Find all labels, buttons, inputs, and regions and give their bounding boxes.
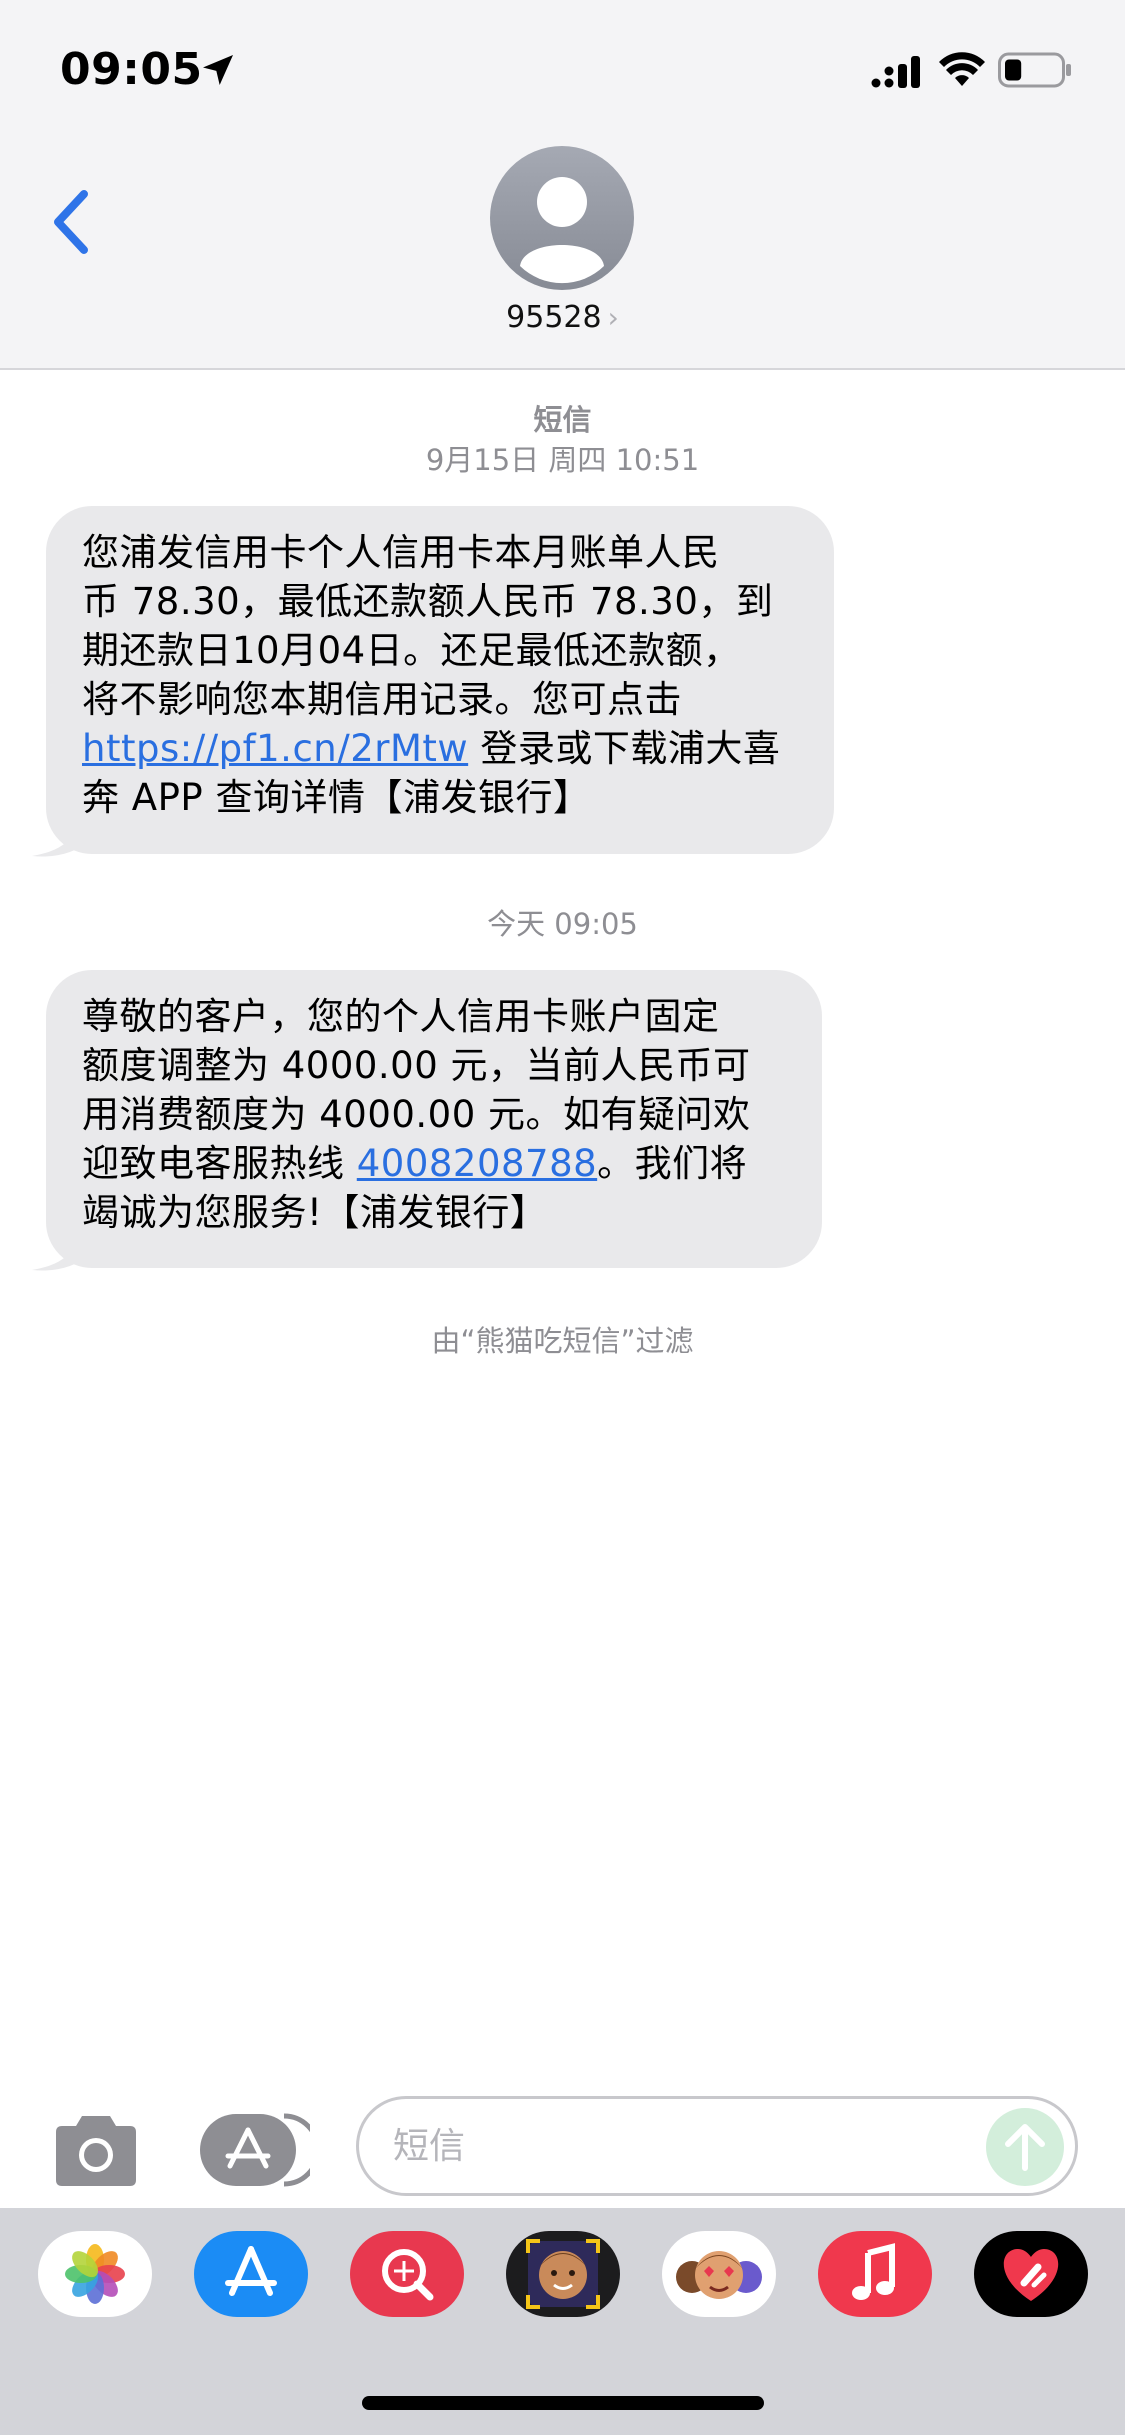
url-link[interactable]: https://pf1.cn/2rMtw <box>82 727 468 770</box>
cellular-signal-icon <box>871 56 920 88</box>
message-text: 奔 APP 查询详情【浦发银行】 <box>82 776 591 819</box>
conversation-header: 95528 › <box>0 140 1125 370</box>
music-icon[interactable] <box>818 2231 932 2317</box>
contact-number: 95528 <box>506 300 602 335</box>
photos-app-icon[interactable] <box>38 2231 152 2317</box>
arrow-up-icon <box>1005 2124 1045 2171</box>
camera-icon[interactable] <box>48 2110 144 2190</box>
message-text: 竭诚为您服务!【浦发银行】 <box>82 1191 548 1234</box>
message-text: 将不影响您本期信用记录。您可点击 <box>82 678 682 721</box>
message-timestamp: 今天 09:05 <box>487 907 638 941</box>
message-meta: 今天 09:05 <box>0 904 1125 944</box>
contact-avatar[interactable] <box>490 146 634 290</box>
clock: 09:05 <box>60 44 203 95</box>
person-icon <box>520 177 604 284</box>
location-arrow-icon <box>203 55 233 85</box>
contact-name-button[interactable]: 95528 › <box>0 300 1125 335</box>
message-bubble[interactable]: 尊敬的客户，您的个人信用卡账户固定 额度调整为 4000.00 元，当前人民币可… <box>46 970 822 1268</box>
message-text: 登录或下载浦大喜 <box>468 727 781 770</box>
home-indicator[interactable] <box>362 2396 764 2410</box>
message-text: 额度调整为 4000.00 元，当前人民币可 <box>82 1044 751 1087</box>
message-text: 币 78.30，最低还款额人民币 78.30，到 <box>82 580 774 623</box>
app-store-icon[interactable] <box>194 2231 308 2317</box>
phone-link[interactable]: 4008208788 <box>357 1142 597 1185</box>
message-text: 用消费额度为 4000.00 元。如有疑问欢 <box>82 1093 751 1136</box>
message-meta: 短信 9月15日 周四 10:51 <box>0 400 1125 480</box>
message-bubble[interactable]: 您浦发信用卡个人信用卡本月账单人民 币 78.30，最低还款额人民币 78.30… <box>46 506 834 854</box>
message-text: 期还款日10月04日。还足最低还款额， <box>82 629 741 672</box>
message-text: 您浦发信用卡个人信用卡本月账单人民 <box>82 531 720 574</box>
app-store-apps-icon[interactable] <box>198 2112 310 2188</box>
send-button[interactable] <box>986 2108 1064 2186</box>
memoji-stickers-icon[interactable] <box>662 2231 776 2317</box>
service-label: 短信 <box>533 403 592 437</box>
battery-icon <box>998 52 1071 88</box>
message-text: https://pf1.cn/2rMtw 登录或下载浦大喜 <box>82 724 798 773</box>
digital-touch-icon[interactable] <box>974 2231 1088 2317</box>
message-text: 尊敬的客户，您的个人信用卡账户固定 <box>82 995 720 1038</box>
message-text: 迎致电客服热线 <box>82 1142 357 1185</box>
message-text: 。我们将 <box>597 1142 748 1185</box>
wifi-icon <box>939 52 985 86</box>
status-bar: 09:05 <box>0 0 1125 140</box>
image-search-icon[interactable] <box>350 2231 464 2317</box>
memoji-icon[interactable] <box>506 2231 620 2317</box>
message-text: 迎致电客服热线 4008208788。我们将 <box>82 1139 786 1188</box>
message-timestamp: 9月15日 周四 10:51 <box>425 443 700 477</box>
filter-note: 由“熊猫吃短信”过滤 <box>431 1324 694 1358</box>
message-input[interactable] <box>356 2096 1078 2196</box>
back-chevron-icon[interactable] <box>40 180 110 264</box>
chevron-right-icon: › <box>607 301 619 334</box>
